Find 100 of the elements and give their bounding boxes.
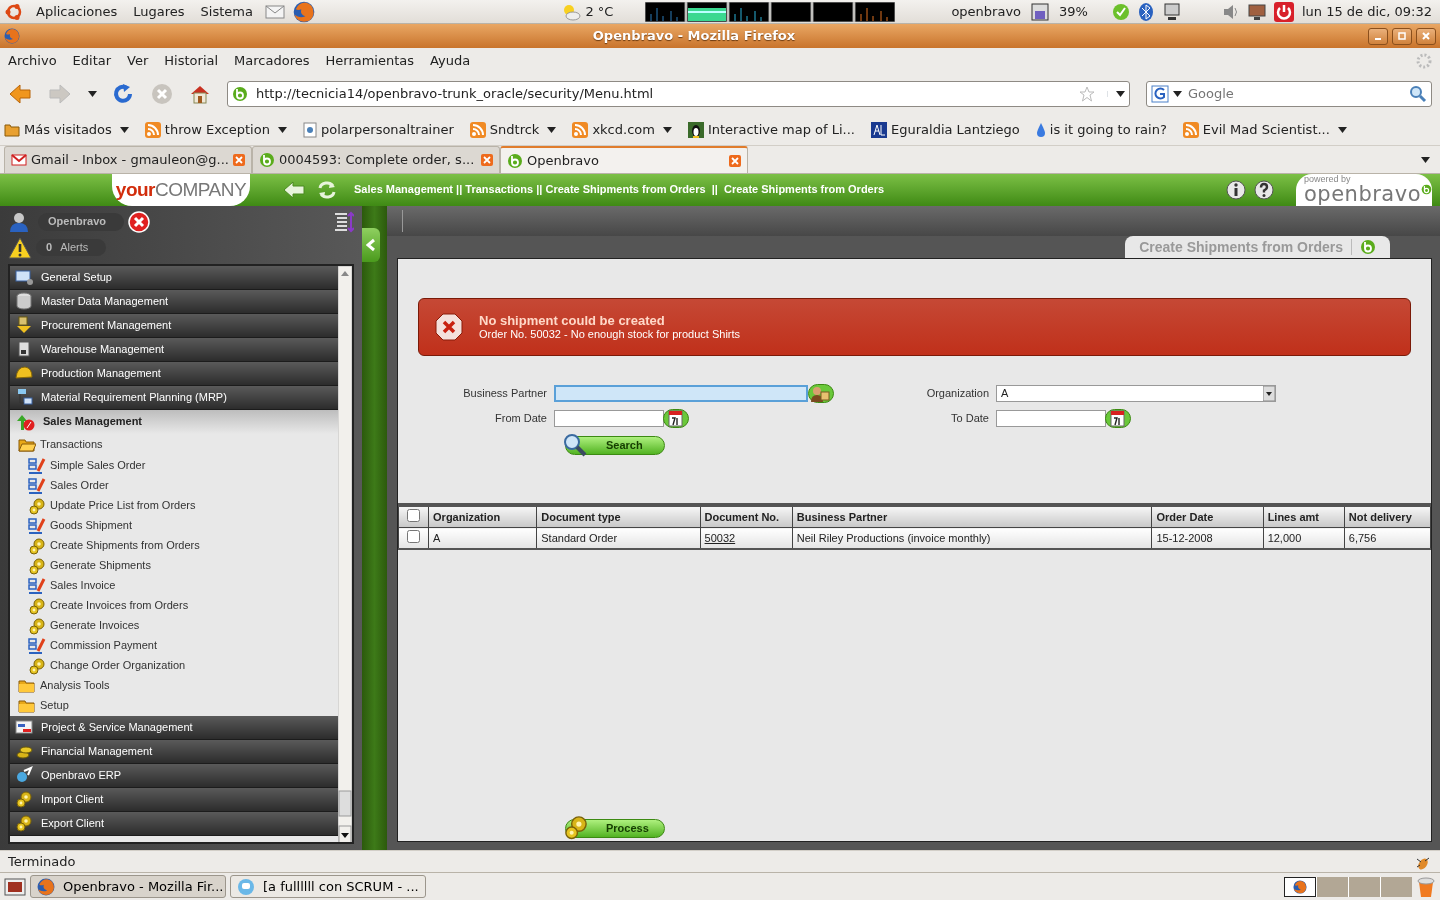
input-field[interactable] <box>554 385 808 402</box>
menu-item[interactable]: Sales Order <box>10 475 338 496</box>
menu-module[interactable]: Import Client <box>10 787 338 812</box>
menu-module[interactable]: Production Management <box>10 361 338 386</box>
menu-module[interactable]: Export Client <box>10 811 338 836</box>
checkbox[interactable] <box>407 509 420 522</box>
column-header[interactable]: Document type <box>536 505 701 528</box>
address-bar[interactable]: http://tecnicia14/openbravo-trunk_oracle/security/Menu.html <box>227 81 1130 107</box>
date-field[interactable] <box>996 410 1106 427</box>
trash-icon[interactable] <box>1416 875 1436 898</box>
collapse-panel-button[interactable] <box>362 228 380 262</box>
envelope-icon[interactable] <box>264 3 285 20</box>
bookmark[interactable]: throw Exception <box>144 121 287 138</box>
panel-menu[interactable]: Lugares <box>129 3 189 20</box>
menu-module[interactable]: Sales Management <box>10 409 338 434</box>
logout-icon[interactable] <box>128 210 151 233</box>
menu-folder[interactable]: Setup <box>10 695 338 716</box>
menu-item[interactable]: Ver <box>127 53 149 69</box>
calendar-button[interactable] <box>663 409 689 428</box>
info-icon[interactable] <box>1226 180 1246 200</box>
reload-button[interactable] <box>113 83 135 105</box>
menu-module[interactable]: Procurement Management <box>10 313 338 338</box>
search-field[interactable]: Google <box>1186 85 1405 103</box>
bookmark[interactable]: Evil Mad Scientist... <box>1182 121 1347 138</box>
menu-item[interactable]: Update Price List from Orders <box>10 495 338 516</box>
menu-item[interactable]: Simple Sales Order <box>10 455 338 476</box>
date-field[interactable] <box>554 410 664 427</box>
maximize-button[interactable] <box>1392 27 1412 45</box>
logo-icon[interactable] <box>4 1 24 22</box>
menu-module[interactable]: Openbravo ERP <box>10 763 338 788</box>
menu-item[interactable]: Marcadores <box>234 53 310 69</box>
speaker-icon[interactable] <box>1221 3 1240 20</box>
close-icon[interactable] <box>481 154 493 166</box>
bookmark[interactable]: Más visitados <box>4 121 129 138</box>
refresh-icon[interactable] <box>316 180 338 200</box>
partner-search-button[interactable] <box>808 384 834 403</box>
menu-folder[interactable]: Transactions <box>10 433 338 456</box>
panel-menu[interactable]: Sistema <box>196 3 257 20</box>
minimize-button[interactable] <box>1368 27 1388 45</box>
menu-module[interactable]: General Setup <box>10 265 338 290</box>
menu-item[interactable]: Historial <box>164 53 219 69</box>
column-header[interactable]: Not delivery <box>1344 505 1431 528</box>
organization-dropdown[interactable]: A <box>996 385 1276 402</box>
alerts-label[interactable]: Alerts <box>60 241 89 255</box>
bookmark[interactable]: Sndtrck <box>469 121 557 138</box>
alerts-count[interactable]: 0 <box>46 241 53 255</box>
user-name[interactable]: Openbravo <box>38 213 125 231</box>
scrollbar[interactable] <box>338 265 352 842</box>
menu-module[interactable]: Master Data Management <box>10 289 338 314</box>
column-header[interactable]: Organization <box>428 505 537 528</box>
clock[interactable]: lun 15 de dic, 09:32 <box>1301 3 1436 20</box>
close-icon[interactable] <box>233 154 245 166</box>
column-header[interactable]: Business Partner <box>792 505 1152 528</box>
show-desktop-icon[interactable] <box>4 876 26 897</box>
menu-item[interactable]: Goods Shipment <box>10 515 338 536</box>
column-header[interactable]: Document No. <box>700 505 793 528</box>
bookmark[interactable]: polarpersonaltrainer <box>302 121 454 138</box>
back-button[interactable] <box>8 83 32 105</box>
calendar-button[interactable] <box>1105 409 1131 428</box>
menu-module[interactable]: Warehouse Management <box>10 337 338 362</box>
menu-item[interactable]: Sales Invoice <box>10 575 338 596</box>
browser-tab[interactable]: Openbravo <box>500 146 748 173</box>
menu-item[interactable]: Generate Invoices <box>10 615 338 636</box>
close-button[interactable] <box>1416 27 1436 45</box>
column-header[interactable]: Lines amt <box>1263 505 1345 528</box>
menu-module[interactable]: Project & Service Management <box>10 715 338 740</box>
menu-item[interactable]: Create Shipments from Orders <box>10 535 338 556</box>
menu-item[interactable]: Archivo <box>8 53 57 69</box>
collapse-menu-icon[interactable] <box>334 210 354 233</box>
menu-module[interactable]: Material Requirement Planning (MRP) <box>10 385 338 410</box>
home-button[interactable] <box>189 83 211 105</box>
search-icon[interactable] <box>1409 85 1427 103</box>
checkbox[interactable] <box>407 530 420 544</box>
menu-folder[interactable]: Analysis Tools <box>10 675 338 696</box>
search-bar[interactable]: Google <box>1146 81 1432 107</box>
bluetooth-icon[interactable] <box>1137 1 1154 22</box>
back-arrow-icon[interactable] <box>282 180 306 200</box>
column-header[interactable]: Order Date <box>1151 505 1264 528</box>
dropdown-arrow-icon[interactable] <box>1263 386 1275 401</box>
menu-item[interactable]: Herramientas <box>325 53 415 69</box>
menu-module[interactable]: Financial Management <box>10 739 338 764</box>
workspace-switcher[interactable] <box>1284 876 1412 897</box>
taskbar-button[interactable]: [a fullllll con SCRUM - ... <box>230 875 426 898</box>
menu-item[interactable]: Commission Payment <box>10 635 338 656</box>
monitor-icon[interactable] <box>1247 2 1266 21</box>
menu-item[interactable]: Change Order Organization <box>10 655 338 676</box>
user-name[interactable]: openbravo <box>951 3 1022 20</box>
help-icon[interactable] <box>1254 180 1274 200</box>
power-icon[interactable] <box>1273 1 1294 22</box>
menu-item[interactable]: Editar <box>72 53 112 69</box>
menu-item[interactable]: Ayuda <box>430 53 471 69</box>
browser-tab[interactable]: 0004593: Complete order, s... <box>252 146 500 173</box>
menu-item[interactable]: Generate Shipments <box>10 555 338 576</box>
bookmark[interactable]: xkcd.com <box>572 121 672 138</box>
panel-menu[interactable]: Aplicaciones <box>32 3 122 20</box>
taskbar-button[interactable]: Openbravo - Mozilla Fir... <box>30 875 226 898</box>
star-icon[interactable] <box>1079 86 1095 102</box>
close-icon[interactable] <box>729 154 741 167</box>
document-link[interactable]: 50032 <box>704 531 736 544</box>
menu-item[interactable]: Create Invoices from Orders <box>10 595 338 616</box>
